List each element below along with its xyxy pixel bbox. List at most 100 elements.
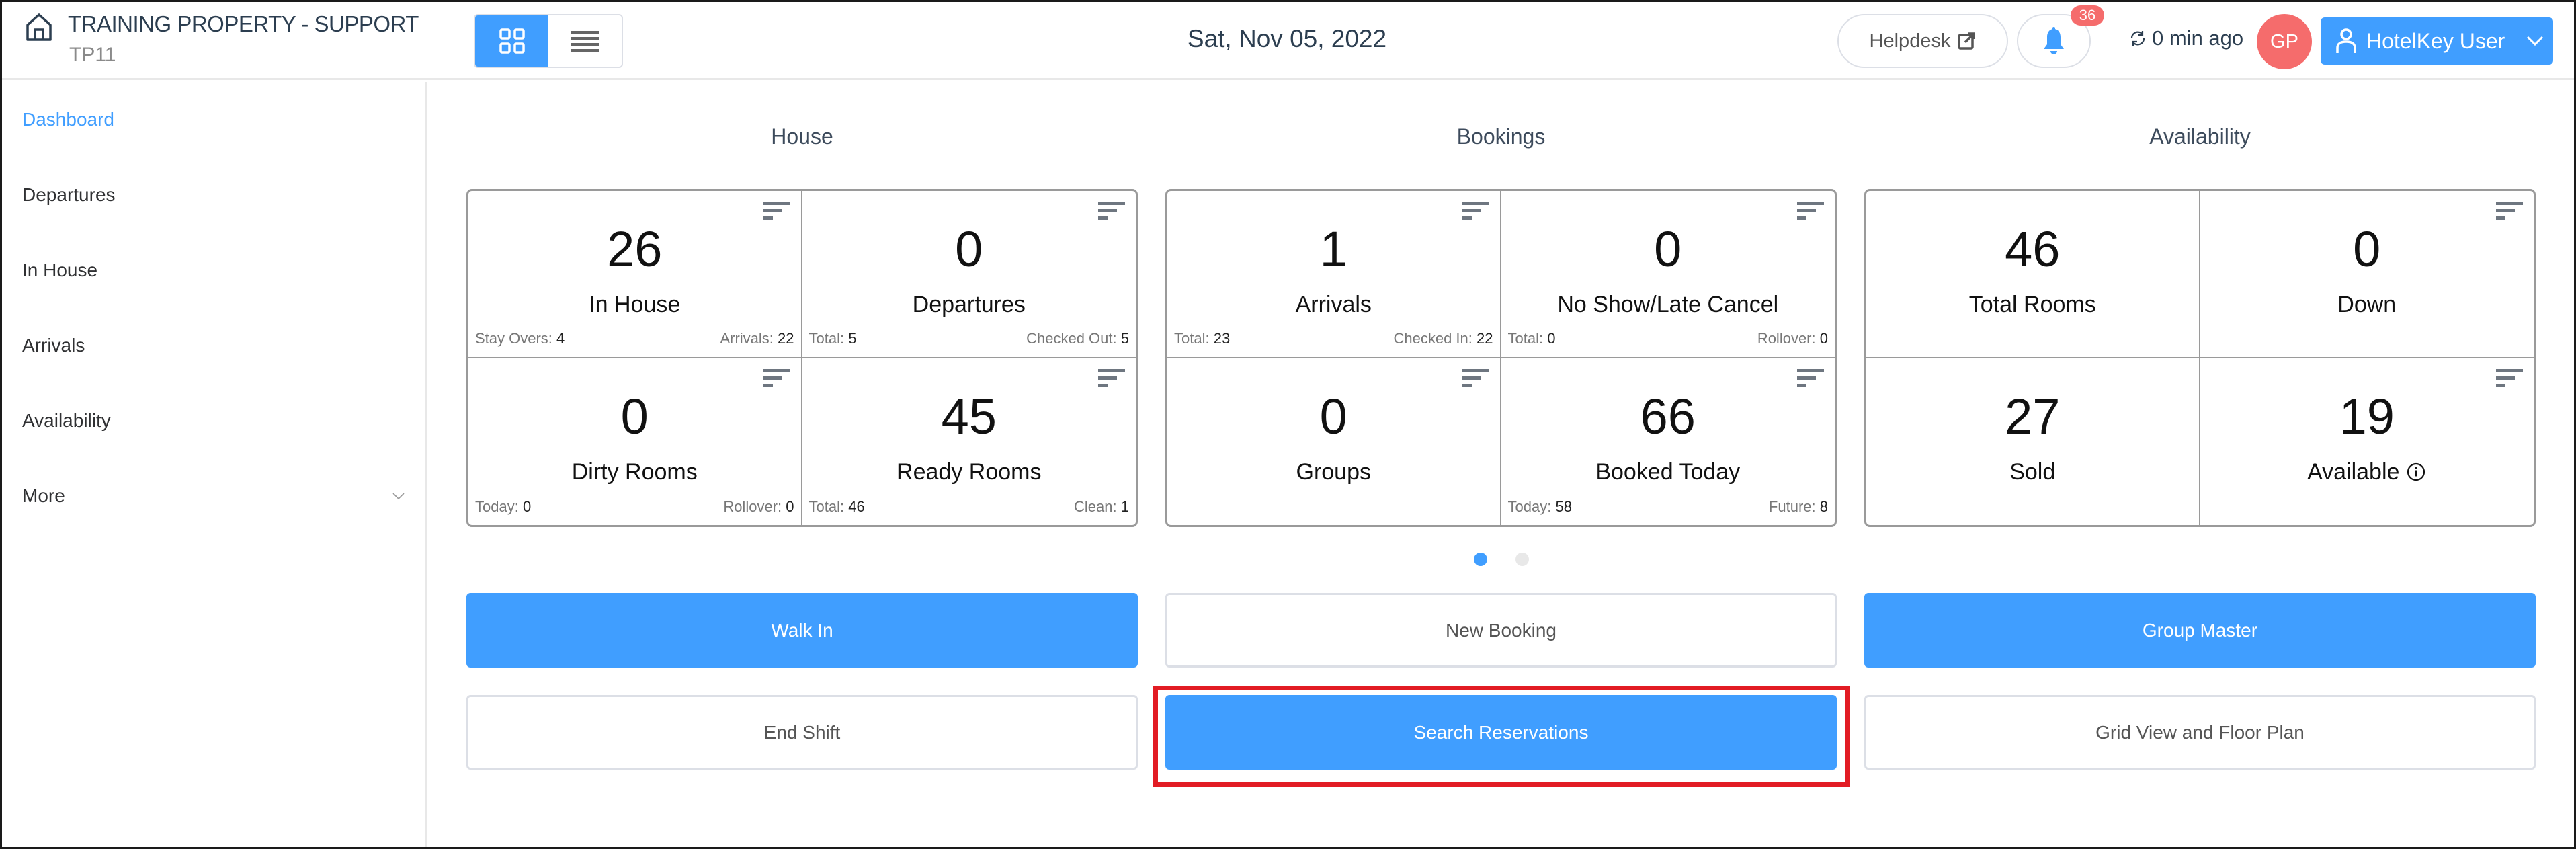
filter-icon[interactable]: [762, 368, 792, 391]
group-master-button[interactable]: Group Master: [1864, 593, 2536, 668]
footer-label: Rollover:: [1757, 329, 1816, 347]
tile-footer-left: Total: 5: [809, 330, 857, 348]
filter-icon[interactable]: [1461, 200, 1491, 223]
footer-label: Total:: [808, 498, 845, 515]
tile-footer-left: Total: 23: [1174, 330, 1230, 348]
footer-label: Total:: [808, 329, 845, 347]
footer-value: 0: [786, 498, 794, 515]
filter-icon[interactable]: [1796, 200, 1825, 223]
tile-value: 66: [1640, 388, 1696, 444]
filter-icon[interactable]: [2495, 368, 2524, 391]
info-icon[interactable]: [2406, 462, 2426, 482]
external-link-icon: [1958, 32, 1976, 50]
sidebar-item-arrivals[interactable]: Arrivals: [22, 335, 405, 356]
grid-view-floor-plan-button[interactable]: Grid View and Floor Plan: [1864, 695, 2536, 770]
filter-icon[interactable]: [762, 200, 792, 223]
search-reservations-button[interactable]: Search Reservations: [1165, 695, 1837, 770]
end-shift-button[interactable]: End Shift: [466, 695, 1138, 770]
property-code: TP11: [69, 44, 116, 66]
business-date: Sat, Nov 05, 2022: [1187, 25, 1387, 52]
sidebar-item-label: In House: [22, 259, 98, 280]
footer-value: 8: [1819, 498, 1828, 515]
sidebar-item-label: Dashboard: [22, 109, 114, 130]
tile-arrivals[interactable]: 1 Arrivals Total: 23 Checked In: 22: [1167, 191, 1501, 358]
tile-label: In House: [468, 292, 801, 318]
tile-value: 19: [2339, 388, 2395, 444]
tile-footer-right: Arrivals: 22: [720, 330, 794, 348]
filter-icon[interactable]: [2495, 200, 2524, 223]
sidebar-item-dashboard[interactable]: Dashboard: [22, 109, 405, 130]
refresh-icon: [2130, 31, 2145, 46]
home-icon[interactable]: [24, 11, 54, 42]
tile-label-text: Ready Rooms: [897, 458, 1042, 485]
sidebar-item-availability[interactable]: Availability: [22, 410, 405, 432]
tile-footer-left: Stay Overs: 4: [475, 330, 565, 348]
tile-value: 1: [1319, 221, 1347, 277]
filter-icon[interactable]: [1097, 200, 1126, 223]
footer-value: 23: [1213, 329, 1231, 347]
tile-footer-right: Rollover: 0: [1757, 330, 1828, 348]
tile-value: 45: [941, 388, 997, 444]
sidebar-item-more[interactable]: More: [22, 485, 405, 507]
tile-label-text: Down: [2337, 292, 2397, 317]
sidebar-item-departures[interactable]: Departures: [22, 184, 405, 206]
list-view-button[interactable]: [548, 15, 622, 67]
house-panel: 26 In House Stay Overs: 4 Arrivals: 22 0 Depa…: [466, 189, 1138, 527]
new-booking-button[interactable]: New Booking: [1165, 593, 1837, 668]
tile-dirty-rooms[interactable]: 0 Dirty Rooms Today: 0 Rollover: 0: [468, 358, 802, 525]
tile-total-rooms[interactable]: 46 Total Rooms: [1866, 191, 2200, 358]
footer-value: 0: [1547, 329, 1556, 347]
top-header: TRAINING PROPERTY - SUPPORT TP11 Sat, No…: [2, 2, 2574, 80]
tile-footer: Total: 46 Clean: 1: [809, 498, 1130, 516]
footer-label: Today:: [475, 498, 519, 515]
tile-available[interactable]: 19 Available: [2200, 358, 2534, 526]
footer-value: 0: [522, 498, 532, 515]
tile-value: 26: [607, 221, 663, 277]
filter-icon[interactable]: [1097, 368, 1126, 391]
tile-booked-today[interactable]: 66 Booked Today Today: 58 Future: 8: [1501, 358, 1835, 526]
carousel-dot-1[interactable]: [1474, 553, 1487, 566]
tile-groups[interactable]: 0 Groups: [1167, 358, 1501, 525]
helpdesk-button[interactable]: Helpdesk: [1837, 14, 2008, 68]
tile-label: Dirty Rooms: [468, 459, 801, 485]
carousel-pagination: [1474, 553, 1529, 566]
tile-label-text: Total Rooms: [1968, 292, 2096, 317]
section-title-bookings: Bookings: [1456, 124, 1546, 149]
tile-footer-left: Today: 58: [1508, 498, 1572, 516]
tile-ready-rooms[interactable]: 45 Ready Rooms Total: 46 Clean: 1: [802, 358, 1136, 526]
footer-label: Total:: [1174, 329, 1210, 347]
filter-icon[interactable]: [1796, 368, 1825, 391]
tile-label-text: No Show/Late Cancel: [1557, 292, 1779, 317]
user-avatar[interactable]: GP: [2257, 14, 2312, 69]
tile-in-house[interactable]: 26 In House Stay Overs: 4 Arrivals: 22: [468, 191, 802, 358]
tile-footer: Today: 0 Rollover: 0: [475, 498, 794, 516]
tile-sold[interactable]: 27 Sold: [1866, 358, 2200, 525]
tile-value: 27: [2005, 388, 2061, 444]
tile-footer-right: Rollover: 0: [723, 498, 794, 516]
user-menu-button[interactable]: HotelKey User: [2321, 17, 2553, 65]
sidebar-item-in-house[interactable]: In House: [22, 259, 405, 281]
section-title-availability: Availability: [2149, 124, 2251, 149]
filter-icon[interactable]: [1461, 368, 1491, 391]
tile-footer-right: Checked Out: 5: [1026, 330, 1129, 348]
tile-value: 0: [955, 221, 983, 277]
property-name: TRAINING PROPERTY - SUPPORT: [68, 11, 419, 36]
last-refresh-text: 0 min ago: [2152, 26, 2244, 50]
sidebar: Dashboard Departures In House Arrivals A…: [2, 82, 427, 847]
tile-down[interactable]: 0 Down: [2200, 191, 2534, 358]
walk-in-button[interactable]: Walk In: [466, 593, 1138, 668]
footer-label: Total:: [1507, 329, 1544, 347]
tile-footer-right: Clean: 1: [1074, 498, 1129, 516]
carousel-dot-2[interactable]: [1515, 553, 1529, 566]
tile-label: Departures: [802, 292, 1136, 318]
app-window: TRAINING PROPERTY - SUPPORT TP11 Sat, No…: [2, 2, 2574, 847]
sidebar-item-label: More: [22, 485, 65, 506]
refresh-status[interactable]: 0 min ago: [2129, 26, 2243, 50]
footer-value: 1: [1120, 498, 1129, 515]
tile-value: 0: [1654, 221, 1682, 277]
tile-footer-left: Today: 0: [475, 498, 531, 516]
grid-view-button[interactable]: [475, 15, 548, 67]
chevron-down-icon: [2527, 36, 2544, 46]
tile-no-show-late-cancel[interactable]: 0 No Show/Late Cancel Total: 0 Rollover: 0: [1501, 191, 1835, 358]
tile-departures[interactable]: 0 Departures Total: 5 Checked Out: 5: [802, 191, 1136, 358]
